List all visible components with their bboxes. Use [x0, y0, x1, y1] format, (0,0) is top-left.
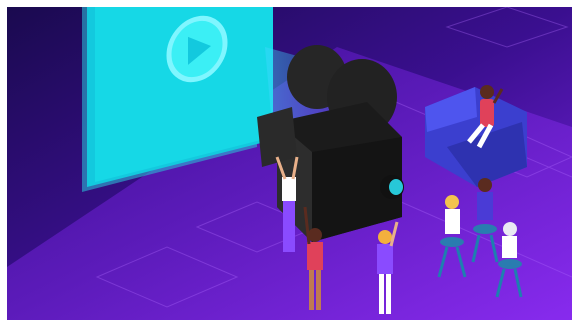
image-frame [0, 0, 576, 327]
film-production-illustration [7, 7, 572, 320]
illustration-svg [7, 7, 572, 320]
